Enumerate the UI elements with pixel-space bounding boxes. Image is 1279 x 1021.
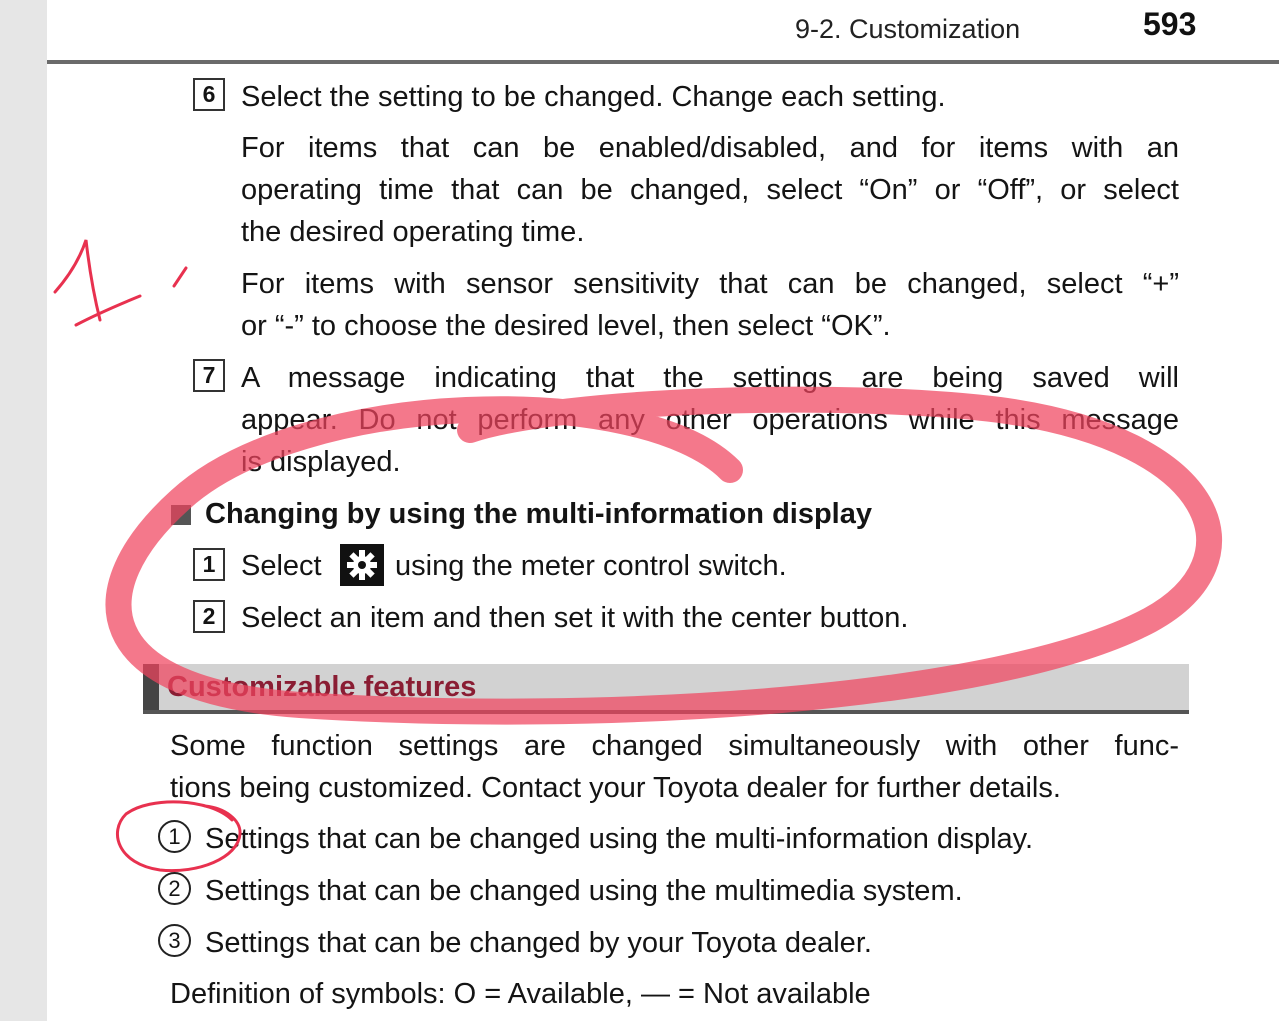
- step-number-2: 2: [193, 600, 225, 633]
- feature-item-2: Settings that can be changed using the m…: [205, 875, 963, 907]
- section-label: 9-2. Customization: [795, 14, 1021, 44]
- manual-page: 9-2. Customization 593 6 Select the sett…: [47, 0, 1279, 1021]
- step-6-para1-line2: operating time that can be changed, sele…: [241, 174, 1179, 206]
- step-number-1: 1: [193, 548, 225, 581]
- circled-number-1: 1: [158, 820, 191, 853]
- feature-item-3: Settings that can be changed by your Toy…: [205, 927, 872, 959]
- step-1-before-text: Select: [241, 550, 322, 582]
- step-6-para2-line2: or “-” to choose the desired level, then…: [241, 310, 891, 342]
- circled-number-3: 3: [158, 924, 191, 957]
- features-intro-line2: tions being customized. Contact your Toy…: [170, 772, 1061, 804]
- customizable-features-heading-bar: Customizable features: [143, 664, 1189, 714]
- step-6-para2-line1: For items with sensor sensitivity that c…: [241, 268, 1179, 300]
- mid-section-heading: Changing by using the multi-information …: [205, 498, 872, 530]
- heading-bullet: [171, 505, 191, 525]
- step-7-line2: appear. Do not perform any other operati…: [241, 404, 1179, 436]
- step-number-7: 7: [193, 359, 225, 392]
- circled-number-2: 2: [158, 872, 191, 905]
- customizable-features-title: Customizable features: [167, 671, 477, 703]
- features-intro-line1: Some function settings are changed simul…: [170, 730, 1179, 762]
- step-number-6: 6: [193, 78, 225, 111]
- step-2-text: Select an item and then set it with the …: [241, 602, 909, 634]
- step-7-line1: A message indicating that the settings a…: [241, 362, 1179, 394]
- step-6-para1-line3: the desired operating time.: [241, 216, 585, 248]
- heading-accent: [143, 664, 159, 710]
- page-number: 593: [1143, 6, 1197, 42]
- symbol-definition: Definition of symbols: O = Available, — …: [170, 978, 871, 1010]
- gear-icon: [340, 544, 384, 586]
- header-rule: [47, 60, 1279, 64]
- step-6-para1-line1: For items that can be enabled/disabled, …: [241, 132, 1179, 164]
- feature-item-1: Settings that can be changed using the m…: [205, 823, 1034, 855]
- step-7-line3: is displayed.: [241, 446, 401, 478]
- heading-rule: [143, 710, 1189, 714]
- step-1-after-text: using the meter control switch.: [395, 550, 787, 582]
- step-6-text: Select the setting to be changed. Change…: [241, 81, 946, 113]
